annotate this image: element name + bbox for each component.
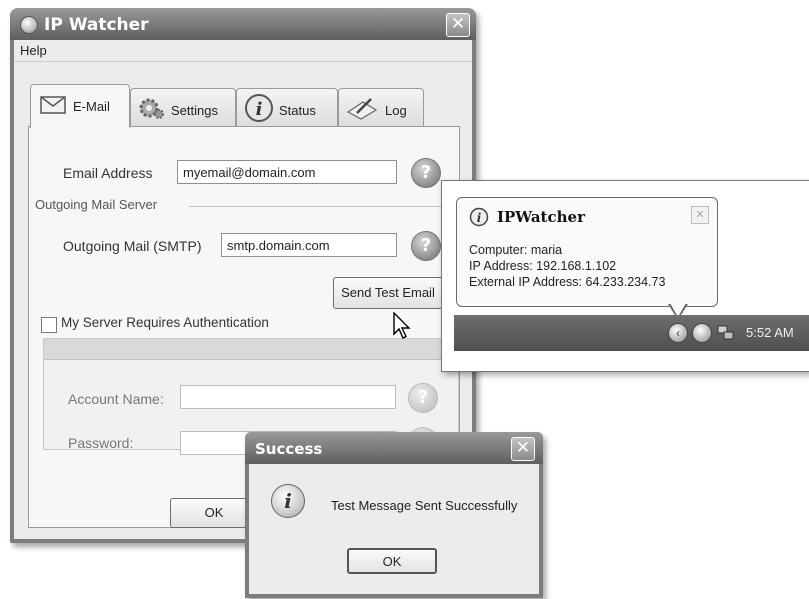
balloon-line-computer: Computer: maria — [469, 243, 563, 257]
group-divider — [189, 206, 451, 207]
email-address-input[interactable]: myemail@domain.com — [177, 160, 397, 184]
account-name-label: Account Name: — [68, 391, 164, 407]
tab-settings-label: Settings — [171, 103, 218, 118]
account-name-input[interactable] — [180, 385, 396, 409]
smtp-label: Outgoing Mail (SMTP) — [63, 238, 202, 254]
information-icon: i — [271, 484, 305, 518]
mouse-cursor-icon — [393, 312, 411, 339]
password-label: Password: — [68, 435, 134, 451]
tab-email-label: E-Mail — [73, 99, 110, 114]
log-icon — [346, 98, 378, 120]
success-title: Success — [255, 440, 323, 458]
tab-settings[interactable]: Settings — [130, 88, 236, 127]
smtp-help-icon[interactable]: ? — [411, 231, 441, 261]
tab-status-label: Status — [279, 103, 316, 118]
outgoing-mail-server-group-label: Outgoing Mail Server — [35, 197, 158, 212]
envelope-icon — [40, 96, 66, 114]
tab-status[interactable]: i Status — [236, 88, 338, 127]
show-hidden-icons-chevron-icon[interactable]: ‹ — [668, 323, 688, 343]
svg-text:i: i — [477, 211, 482, 225]
tray-notification-panel: i IPWatcher ✕ Computer: maria IP Address… — [441, 180, 809, 372]
auth-group-header — [44, 339, 458, 360]
auth-checkbox[interactable] — [41, 317, 57, 333]
svg-text:i: i — [256, 99, 263, 120]
success-ok-button[interactable]: OK — [347, 548, 437, 574]
ipwatcher-tray-icon[interactable] — [692, 323, 712, 343]
success-message: Test Message Sent Successfully — [331, 498, 518, 513]
window-title: IP Watcher — [44, 15, 149, 35]
balloon-line-ip: IP Address: 192.168.1.102 — [469, 259, 617, 273]
balloon-title: IPWatcher — [497, 208, 585, 226]
account-help-icon[interactable]: ? — [408, 383, 438, 413]
gears-icon — [139, 98, 164, 119]
info-icon: i — [245, 94, 273, 122]
success-close-button[interactable]: ✕ — [511, 437, 535, 461]
balloon-tooltip[interactable]: i IPWatcher ✕ Computer: maria IP Address… — [456, 197, 718, 307]
tab-log[interactable]: Log — [338, 88, 424, 127]
app-icon — [20, 16, 38, 34]
taskbar-tray: ‹ 5:52 AM — [454, 315, 809, 351]
close-button[interactable]: ✕ — [446, 13, 470, 37]
app-info-icon: i — [469, 207, 489, 227]
menu-help[interactable]: Help — [20, 43, 47, 58]
smtp-input[interactable]: smtp.domain.com — [221, 233, 397, 257]
tab-log-label: Log — [385, 103, 407, 118]
success-title-bar[interactable]: Success ✕ — [245, 432, 543, 464]
tray-clock[interactable]: 5:52 AM — [746, 325, 794, 340]
email-help-icon[interactable]: ? — [411, 158, 441, 188]
menu-bar: Help — [14, 40, 472, 62]
email-address-label: Email Address — [63, 165, 153, 181]
balloon-close-icon[interactable]: ✕ — [691, 206, 709, 224]
tab-email[interactable]: E-Mail — [30, 84, 130, 128]
title-bar[interactable]: IP Watcher ✕ — [10, 8, 476, 40]
success-dialog: Success ✕ i Test Message Sent Successful… — [245, 432, 543, 598]
send-test-email-button[interactable]: Send Test Email — [333, 277, 443, 309]
network-icon[interactable] — [716, 323, 736, 343]
balloon-line-external-ip: External IP Address: 64.233.234.73 — [469, 275, 666, 289]
auth-checkbox-label: My Server Requires Authentication — [61, 315, 269, 330]
success-body: i Test Message Sent Successfully OK — [249, 464, 539, 594]
